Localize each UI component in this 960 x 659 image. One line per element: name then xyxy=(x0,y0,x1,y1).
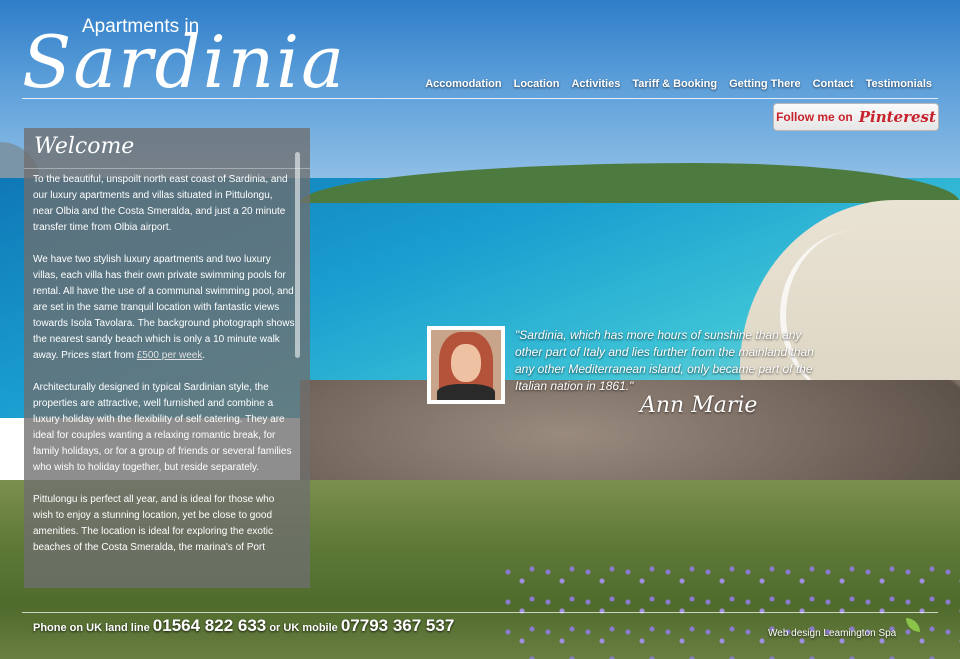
footer-divider xyxy=(22,612,938,613)
nav-testimonials[interactable]: Testimonials xyxy=(866,78,932,90)
logo-title: Sardinia xyxy=(22,20,347,104)
nav-getting-there[interactable]: Getting There xyxy=(729,78,801,90)
welcome-paragraph-1: To the beautiful, unspoilt north east co… xyxy=(33,174,288,233)
testimonial-signature: Ann Marie xyxy=(640,393,758,418)
portrait xyxy=(431,330,501,400)
site-logo[interactable]: Apartments in Sardinia xyxy=(22,14,344,102)
web-design-credit-link[interactable]: Web design Leamington Spa xyxy=(768,628,896,639)
pinterest-follow-button[interactable]: Follow me on Pinterest xyxy=(773,103,939,131)
welcome-paragraph-2-end: . xyxy=(202,350,206,361)
phone-land[interactable]: 01564 822 633 xyxy=(153,616,266,635)
phone-info: Phone on UK land line 01564 822 633 or U… xyxy=(33,616,454,636)
welcome-text: To the beautiful, unspoilt north east co… xyxy=(33,172,295,572)
welcome-paragraph-2-text: We have two stylish luxury apartments an… xyxy=(33,254,295,361)
nav-activities[interactable]: Activities xyxy=(571,78,620,90)
welcome-panel: Welcome To the beautiful, unspoilt north… xyxy=(24,128,310,588)
author-photo xyxy=(427,326,505,404)
price-link[interactable]: £500 per week xyxy=(137,350,203,361)
welcome-title: Welcome xyxy=(34,134,135,159)
header-divider xyxy=(22,98,938,99)
phone-label-mobile: or UK mobile xyxy=(269,622,338,634)
nav-tariff-booking[interactable]: Tariff & Booking xyxy=(632,78,717,90)
welcome-divider xyxy=(24,168,310,169)
nav-contact[interactable]: Contact xyxy=(813,78,854,90)
welcome-paragraph-2: We have two stylish luxury apartments an… xyxy=(33,252,295,364)
phone-mobile[interactable]: 07793 367 537 xyxy=(341,616,454,635)
wildflowers xyxy=(500,560,960,659)
pinterest-label: Follow me on xyxy=(776,110,853,124)
pinterest-logo: Pinterest xyxy=(858,108,936,126)
testimonial-quote: "Sardinia, which has more hours of sunsh… xyxy=(515,328,814,393)
phone-label-land: Phone on UK land line xyxy=(33,622,150,634)
welcome-paragraph-4: Pittulongu is perfect all year, and is i… xyxy=(33,494,275,553)
welcome-paragraph-3: Architecturally designed in typical Sard… xyxy=(33,382,292,473)
main-nav: Accomodation Location Activities Tariff … xyxy=(425,78,932,90)
panel-scrollbar[interactable] xyxy=(295,152,300,358)
nav-location[interactable]: Location xyxy=(514,78,560,90)
nav-accomodation[interactable]: Accomodation xyxy=(425,78,501,90)
